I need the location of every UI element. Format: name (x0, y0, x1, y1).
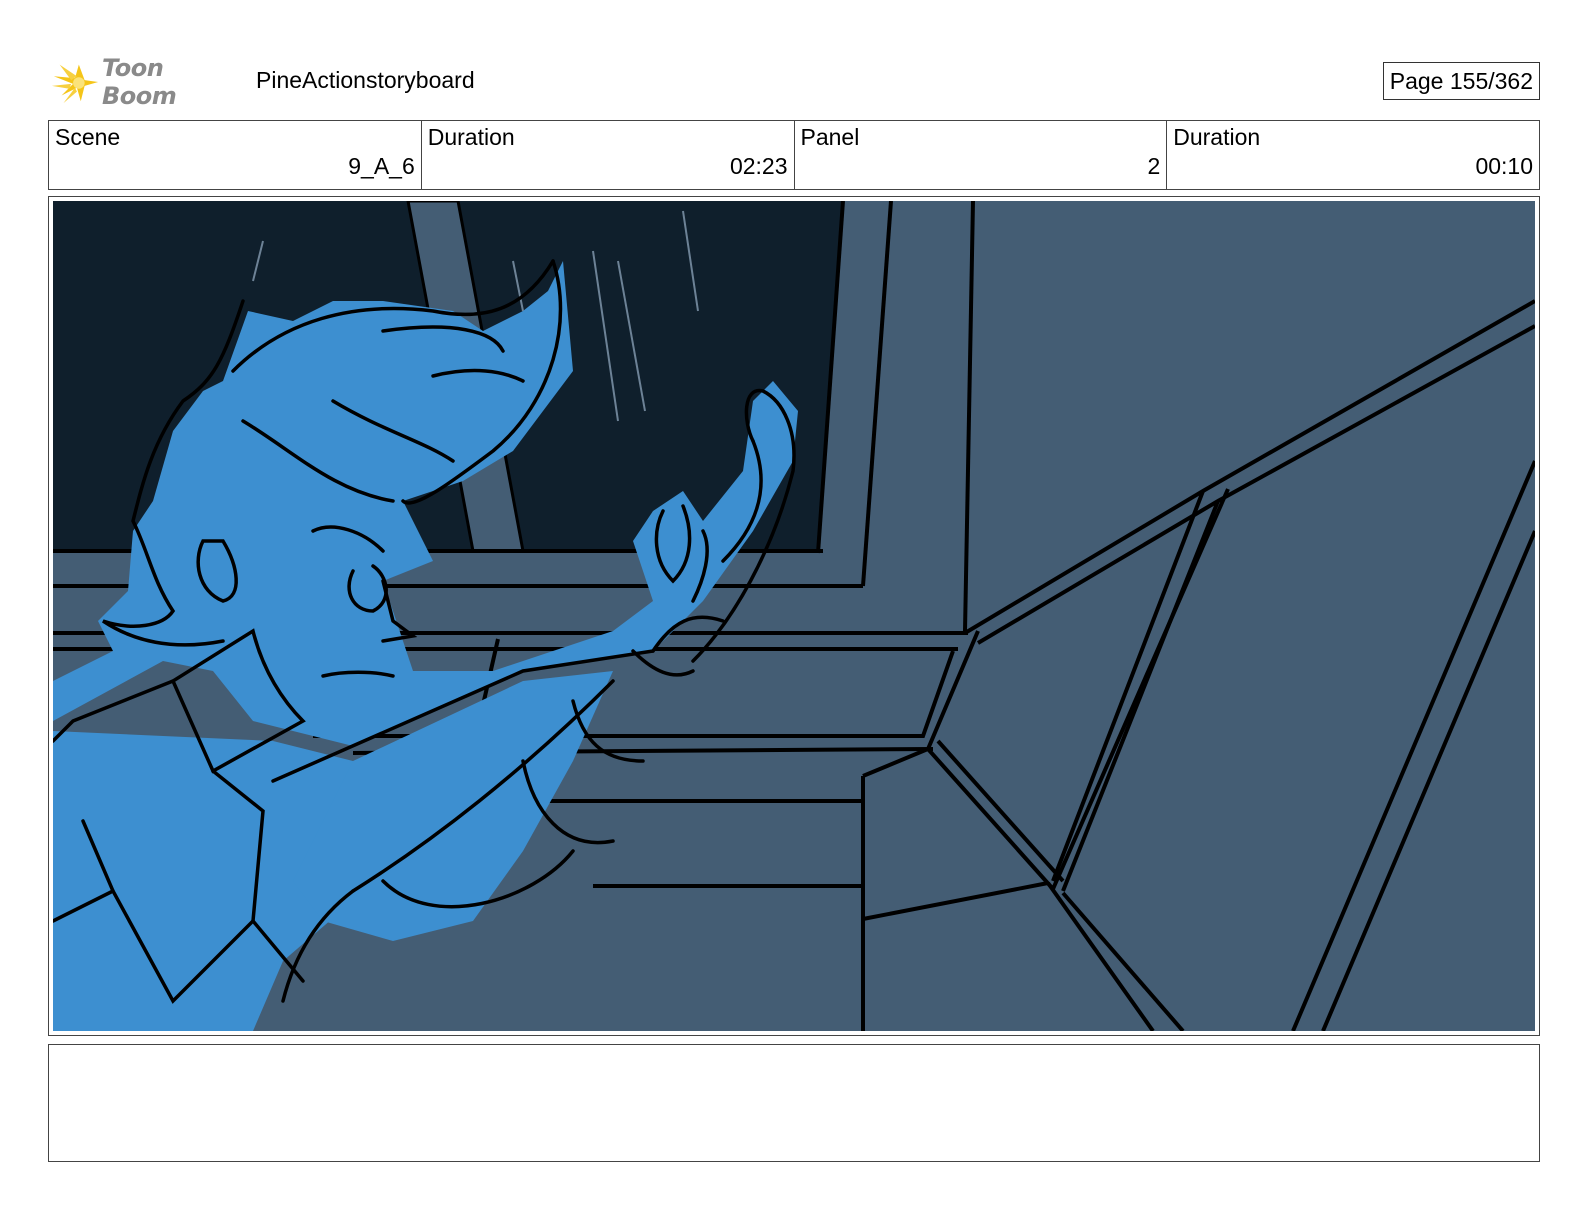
starburst-icon (51, 64, 99, 104)
panel-duration-cell: Duration 00:10 (1167, 121, 1539, 189)
panel-duration-label: Duration (1173, 124, 1261, 150)
page-header: Toon Boom PineActionstoryboard Page 155/… (48, 52, 1540, 110)
scene-cell: Scene 9_A_6 (49, 121, 422, 189)
scene-duration-value: 02:23 (729, 153, 788, 179)
project-title: PineActionstoryboard (256, 67, 475, 93)
panel-label: Panel (800, 124, 860, 150)
panel-drawing (53, 201, 1535, 1031)
scene-duration-label: Duration (427, 124, 515, 150)
logo-text: Toon Boom (102, 54, 177, 110)
panel-cell: Panel 2 (795, 121, 1168, 189)
toon-boom-logo: Toon Boom (50, 54, 240, 110)
panel-duration-value: 00:10 (1475, 153, 1533, 179)
storyboard-panel (48, 196, 1540, 1036)
scene-label: Scene (55, 124, 121, 150)
page-number: Page 155/362 (1382, 62, 1540, 100)
scene-duration-cell: Duration 02:23 (422, 121, 795, 189)
scene-value: 9_A_6 (348, 153, 415, 179)
panel-notes (48, 1044, 1540, 1162)
panel-value: 2 (1147, 153, 1161, 179)
scene-info-table: Scene 9_A_6 Duration 02:23 Panel 2 Durat… (48, 120, 1540, 190)
